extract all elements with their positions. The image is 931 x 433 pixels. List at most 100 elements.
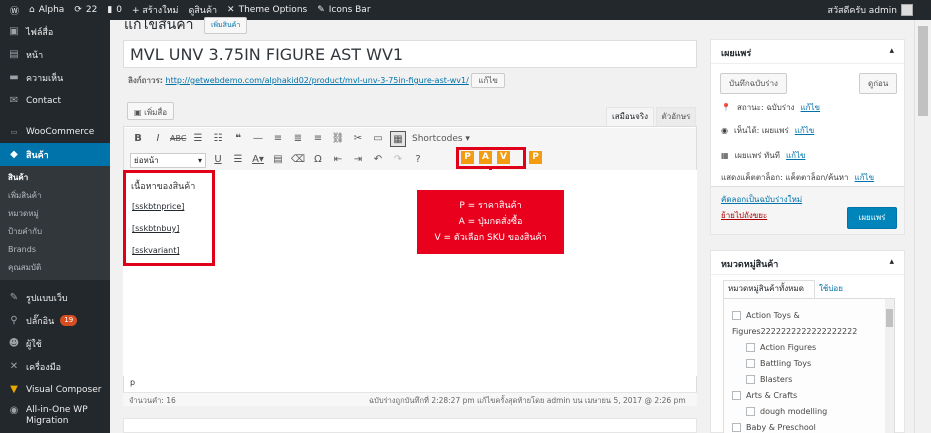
product-title-input[interactable] <box>123 40 697 68</box>
edit-status-link[interactable]: แก้ไข <box>801 101 821 114</box>
sidebar-item-woocommerce[interactable]: ▭ WooCommerce <box>0 120 110 143</box>
bullet-list-icon[interactable]: ☰ <box>190 131 206 147</box>
outdent-icon[interactable]: ⇤ <box>330 152 346 168</box>
align-left-icon[interactable]: ≡ <box>270 131 286 147</box>
category-item[interactable]: Blasters <box>732 371 894 387</box>
paste-text-icon[interactable]: ▤ <box>270 152 286 168</box>
sidebar-item-comments[interactable]: ▬ ความเห็น <box>0 66 110 89</box>
calendar-icon: ▦ <box>721 151 729 160</box>
add-new-product-button[interactable]: เพิ่มสินค้า <box>204 17 248 34</box>
indent-icon[interactable]: ⇥ <box>350 152 366 168</box>
clear-formatting-icon[interactable]: ⌫ <box>290 152 306 168</box>
help-icon[interactable]: ? <box>410 152 426 168</box>
permalink-link[interactable]: http://getwebdemo.com/alphakid02/product… <box>166 76 469 85</box>
category-item[interactable]: Baby & Preschool <box>732 419 894 433</box>
category-checkbox[interactable] <box>732 390 741 400</box>
category-item[interactable]: dough modelling <box>732 403 894 419</box>
site-name-link[interactable]: ⌂ Alpha <box>29 5 64 15</box>
sidebar-item-products[interactable]: ◆ สินค้า <box>0 143 110 166</box>
page-scrollbar-thumb[interactable] <box>918 26 928 116</box>
tab-text[interactable]: ตัวอักษร <box>656 107 696 127</box>
category-checklist[interactable]: Action Toys & Figures2222222222222222222… <box>723 298 895 433</box>
permalink-edit-button[interactable]: แก้ไข <box>471 73 505 88</box>
category-scrollbar-thumb[interactable] <box>886 309 893 327</box>
submenu-brands[interactable]: Brands <box>0 241 110 259</box>
save-draft-button[interactable]: บันทึกฉบับร่าง <box>720 73 787 94</box>
italic-icon[interactable]: I <box>150 131 166 147</box>
sidebar-item-migration[interactable]: ◉ All-in-One WP Migration <box>0 401 110 431</box>
category-checkbox[interactable] <box>732 310 741 320</box>
category-item[interactable]: Action Toys & <box>732 307 894 323</box>
comments-link[interactable]: ▮ 0 <box>107 5 122 15</box>
undo-icon[interactable]: ↶ <box>370 152 386 168</box>
category-checkbox[interactable] <box>746 374 755 384</box>
justify-icon[interactable]: ☰ <box>230 152 246 168</box>
sidebar-item-appearance[interactable]: ✎ รูปแบบเว็บ <box>0 286 110 309</box>
publish-button[interactable]: เผยแพร่ <box>847 207 897 229</box>
submenu-attributes[interactable]: คุณสมบัติ <box>0 259 110 277</box>
icons-bar-link[interactable]: ✎ Icons Bar <box>317 5 370 15</box>
add-media-button[interactable]: ▣ เพิ่มสื่อ <box>127 102 175 120</box>
sidebar-item-visual-composer[interactable]: ▼ Visual Composer <box>0 378 110 401</box>
sidebar-item-contact[interactable]: ✉ Contact <box>0 89 110 112</box>
wp-logo-icon[interactable]: Ⓦ <box>10 4 19 17</box>
edit-schedule-link[interactable]: แก้ไข <box>786 149 806 162</box>
sidebar-item-pages[interactable]: ▤ หน้า <box>0 43 110 66</box>
submenu-categories[interactable]: หมวดหมู่ <box>0 205 110 223</box>
editor-content[interactable]: เนื้อหาของสินค้า [sskbtnprice] [sskbtnbu… <box>123 170 697 387</box>
underline-icon[interactable]: U <box>210 152 226 168</box>
tab-all-categories[interactable]: หมวดหมู่สินค้าทั้งหมด <box>723 280 815 298</box>
shortcode-extra-button[interactable]: P <box>529 151 542 164</box>
category-checkbox[interactable] <box>746 358 755 368</box>
page-scrollbar[interactable] <box>914 20 931 433</box>
shortcode-buy-button[interactable]: A <box>479 151 492 164</box>
tab-popular-categories[interactable]: ใช้บ่อย <box>819 282 843 295</box>
shortcode-variant-button[interactable]: V <box>497 151 510 164</box>
my-account[interactable]: สวัสดีครับ admin <box>827 0 913 20</box>
text-color-icon[interactable]: A▾ <box>250 152 266 168</box>
category-checkbox[interactable] <box>746 342 755 352</box>
format-select[interactable]: ย่อหน้า ▾ <box>130 152 206 168</box>
strikethrough-icon[interactable]: ABC <box>170 131 186 147</box>
sidebar-item-users[interactable]: ☻ ผู้ใช้ <box>0 332 110 355</box>
redo-icon[interactable]: ↷ <box>390 152 406 168</box>
blockquote-icon[interactable]: ❝ <box>230 131 246 147</box>
read-more-icon[interactable]: ▭ <box>370 131 386 147</box>
align-center-icon[interactable]: ≣ <box>290 131 306 147</box>
preview-button[interactable]: ดูก่อน <box>859 73 898 94</box>
hr-icon[interactable]: — <box>250 131 266 147</box>
category-item[interactable]: Arts & Crafts <box>732 387 894 403</box>
category-scrollbar[interactable] <box>885 299 894 433</box>
collapse-icon[interactable]: ▴ <box>889 46 894 57</box>
link-icon[interactable]: ⛓ <box>330 131 346 147</box>
categories-box-title: หมวดหมู่สินค้า <box>721 260 779 270</box>
edit-catalog-link[interactable]: แก้ไข <box>855 171 875 184</box>
tab-visual[interactable]: เสมือนจริง <box>606 107 654 127</box>
category-checkbox[interactable] <box>732 422 741 432</box>
submenu-tags[interactable]: ป้ายคำกับ <box>0 223 110 241</box>
collapse-icon[interactable]: ▴ <box>889 257 894 268</box>
sidebar-item-plugins[interactable]: ⚲ ปลั๊กอิน 19 <box>0 309 110 332</box>
submenu-add-product[interactable]: เพิ่มสินค้า <box>0 187 110 205</box>
align-right-icon[interactable]: ≡ <box>310 131 326 147</box>
unlink-icon[interactable]: ✂ <box>350 131 366 147</box>
special-char-icon[interactable]: Ω <box>310 152 326 168</box>
copy-draft-link[interactable]: คัดลอกเป็นฉบับร่างใหม่ <box>721 193 802 206</box>
theme-options-link[interactable]: ✕ Theme Options <box>227 5 307 15</box>
submenu-all-products[interactable]: สินค้า <box>0 169 110 187</box>
shortcode-price-button[interactable]: P <box>461 151 474 164</box>
updates-link[interactable]: ⟳ 22 <box>74 5 97 15</box>
category-checkbox[interactable] <box>746 406 755 416</box>
numbered-list-icon[interactable]: ☷ <box>210 131 226 147</box>
page-title: แก้ไขสินค้า <box>124 17 194 33</box>
category-item[interactable]: Action Figures <box>732 339 894 355</box>
sidebar-item-media[interactable]: ▣ ไฟล์สื่อ <box>0 20 110 43</box>
edit-visibility-link[interactable]: แก้ไข <box>795 124 815 137</box>
toolbar-toggle-icon[interactable]: ▦ <box>390 131 406 147</box>
bold-icon[interactable]: B <box>130 131 146 147</box>
word-count: จำนวนคำ: 16 <box>129 396 176 405</box>
trash-link[interactable]: ย้ายไปถังขยะ <box>721 209 767 222</box>
shortcodes-dropdown[interactable]: Shortcodes ▾ <box>412 134 470 144</box>
sidebar-item-tools[interactable]: ✕ เครื่องมือ <box>0 355 110 378</box>
category-item[interactable]: Battling Toys <box>732 355 894 371</box>
